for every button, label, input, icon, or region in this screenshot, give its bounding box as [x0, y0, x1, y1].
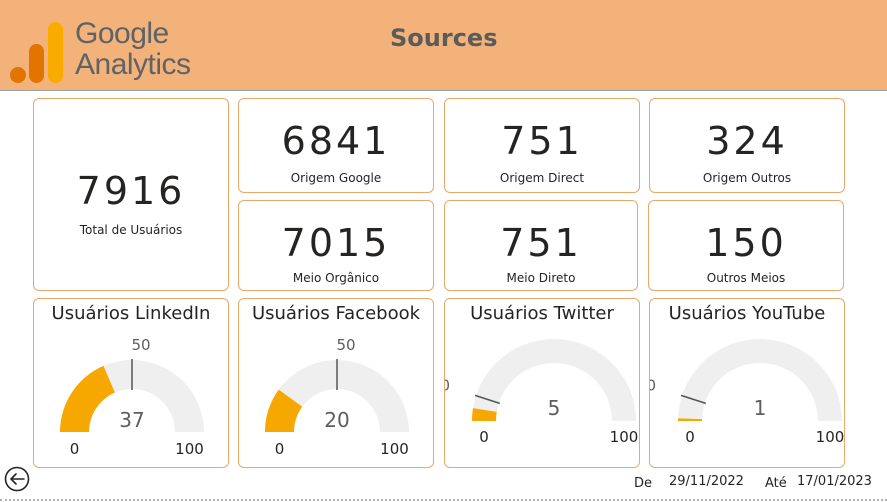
gauge-value-label: 37 — [119, 408, 144, 432]
gauge-value-label: 5 — [548, 396, 561, 420]
kpi-value: 324 — [706, 119, 788, 163]
kpi-value: 150 — [705, 221, 787, 265]
gauge-title: Usuários Facebook — [251, 303, 421, 324]
gauge-chart: 50 20 0 100 — [265, 336, 409, 458]
gauge-card-twitter: 10 5 0 100 Usuários Twitter — [444, 298, 640, 468]
kpi-value: 6841 — [281, 119, 391, 163]
gauge-card-facebook: 50 20 0 100 Usuários Facebook — [238, 298, 434, 468]
gauge-fill — [60, 365, 115, 432]
gauge-max-label: 100 — [380, 440, 409, 458]
page-title: Sources — [390, 24, 498, 52]
gauge-target-label: 10 — [445, 377, 450, 395]
kpi-card-meio-organico: 7015 Meio Orgânico — [238, 200, 434, 291]
kpi-card-origem-google: 6841 Origem Google — [238, 98, 434, 193]
gauge-max-label: 100 — [175, 440, 204, 458]
kpi-label: Meio Orgânico — [292, 271, 380, 285]
gauge-title: Usuários Twitter — [470, 303, 614, 324]
gauge-min-label: 0 — [685, 428, 695, 446]
kpi-value: 7015 — [281, 221, 391, 265]
kpi-card-meio-direto: 751 Meio Direto — [444, 200, 638, 291]
gauge-min-label: 0 — [70, 440, 80, 458]
gauge-chart: 50 37 0 100 — [60, 336, 204, 458]
kpi-card-origem-outros: 324 Origem Outros — [649, 98, 845, 193]
bottom-divider — [0, 499, 887, 501]
from-date[interactable]: 29/11/2022 — [669, 474, 744, 489]
gauge-card-linkedin: 50 37 0 100 Usuários LinkedIn — [33, 298, 229, 468]
kpi-value: 751 — [501, 119, 583, 163]
gauge-value-label: 1 — [754, 396, 767, 420]
gauge-chart: 10 5 0 100 — [445, 339, 639, 446]
kpi-label: Outros Meios — [706, 271, 786, 285]
kpi-value: 751 — [500, 221, 582, 265]
header-banner: Google Analytics Sources — [0, 0, 887, 91]
back-arrow-icon[interactable] — [4, 466, 30, 492]
logo-line-1: Google — [75, 17, 169, 50]
kpi-label: Origem Google — [290, 171, 382, 185]
kpi-label: Origem Outros — [702, 171, 792, 185]
gauge-target-label: 50 — [131, 336, 150, 354]
kpi-label: Origem Direct — [499, 171, 585, 185]
logo-line-2: Analytics — [75, 48, 191, 81]
to-label: Até — [765, 476, 787, 491]
to-date[interactable]: 17/01/2023 — [797, 474, 872, 489]
gauge-chart: 1010100 — [650, 339, 845, 446]
kpi-value: 7916 — [76, 169, 186, 213]
kpi-card-total-users: 7916 Total de Usuários — [33, 98, 229, 291]
gauge-max-label: 100 — [610, 428, 639, 446]
gauge-target-label: 50 — [336, 336, 355, 354]
kpi-card-origem-direct: 751 Origem Direct — [444, 98, 640, 193]
gauge-card-youtube: 1010100 Usuários YouTube — [649, 298, 845, 468]
gauge-title: Usuários LinkedIn — [51, 303, 211, 324]
kpi-label: Meio Direto — [506, 271, 576, 285]
gauge-min-label: 0 — [479, 428, 489, 446]
google-analytics-wordmark: Google Analytics — [75, 18, 191, 80]
gauge-min-label: 0 — [275, 440, 285, 458]
google-analytics-logo-icon — [10, 22, 63, 83]
kpi-label: Total de Usuários — [79, 223, 183, 237]
from-label: De — [634, 476, 653, 491]
gauge-target-label: 10 — [650, 377, 656, 395]
gauge-value-label: 20 — [324, 408, 349, 432]
gauge-title: Usuários YouTube — [668, 303, 826, 324]
kpi-card-outros-meios: 150 Outros Meios — [648, 200, 844, 291]
gauge-max-label: 100 — [816, 428, 845, 446]
